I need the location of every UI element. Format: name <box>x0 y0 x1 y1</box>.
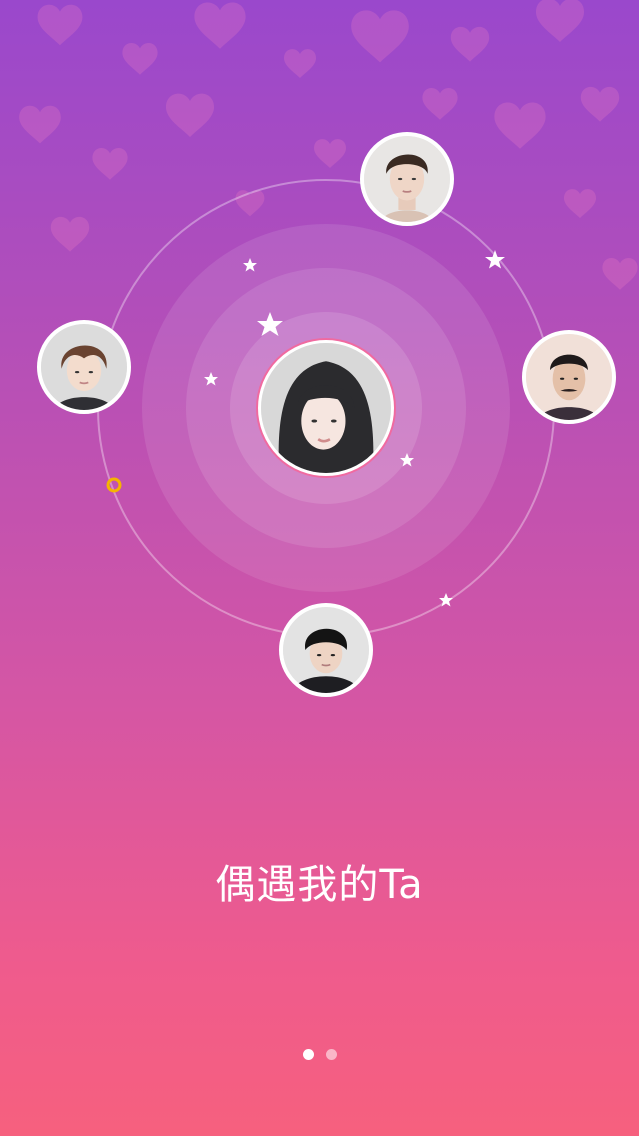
page-indicator <box>0 1049 639 1060</box>
man-black-bangs-icon <box>283 607 369 693</box>
splash-screen: 偶遇我的Ta <box>0 0 639 1136</box>
right-avatar[interactable] <box>522 330 616 424</box>
bottom-avatar[interactable] <box>279 603 373 697</box>
left-avatar[interactable] <box>37 320 131 414</box>
top-avatar[interactable] <box>360 132 454 226</box>
tagline: 偶遇我的Ta <box>215 862 424 908</box>
center-avatar[interactable] <box>258 340 394 476</box>
man-brown-bangs-icon <box>41 324 127 410</box>
page-dot-1[interactable] <box>302 1049 314 1060</box>
page-dot-2[interactable] <box>325 1049 337 1060</box>
star-icon <box>485 250 505 269</box>
man-mustache-icon <box>526 334 612 420</box>
woman-bob-haircut-icon <box>261 343 391 473</box>
man-curly-hair-icon <box>364 136 450 222</box>
